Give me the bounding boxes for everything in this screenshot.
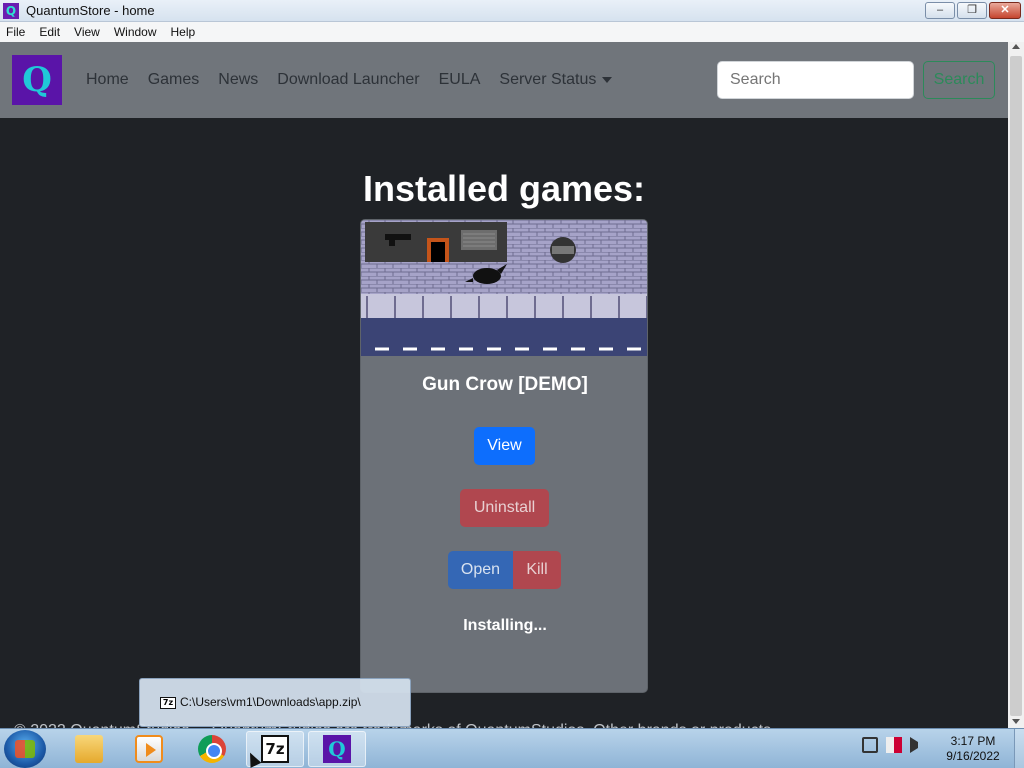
search-input[interactable] xyxy=(717,61,914,99)
search-button[interactable]: Search xyxy=(923,61,995,99)
taskbar-item-quantumstore[interactable]: Q xyxy=(308,731,366,767)
start-button[interactable] xyxy=(4,730,46,768)
menu-bar: File Edit View Window Help xyxy=(0,22,1024,42)
popup-path: C:\Users\vm1\Downloads\app.zip\ xyxy=(180,695,361,709)
network-icon[interactable] xyxy=(862,737,878,753)
menu-file[interactable]: File xyxy=(6,25,25,39)
clock-date: 9/16/2022 xyxy=(946,749,1000,763)
menu-edit[interactable]: Edit xyxy=(39,25,60,39)
taskbar-item-chrome[interactable] xyxy=(183,731,241,767)
maximize-button[interactable]: ❐ xyxy=(957,2,987,19)
show-desktop-button[interactable] xyxy=(1014,729,1024,768)
close-button[interactable]: ✕ xyxy=(989,2,1021,19)
app-logo-icon: Q xyxy=(3,3,19,19)
action-center-flag-icon[interactable] xyxy=(886,737,902,753)
page-title: Installed games: xyxy=(362,168,646,209)
taskbar-preview-popup[interactable]: 7z C:\Users\vm1\Downloads\app.zip\ xyxy=(139,678,411,727)
menu-view[interactable]: View xyxy=(74,25,100,39)
minimize-button[interactable]: ‒ xyxy=(925,2,955,19)
taskbar-item-media-player[interactable] xyxy=(120,731,178,767)
open-button[interactable]: Open xyxy=(448,551,513,589)
install-status: Installing... xyxy=(463,617,547,634)
quantumstore-icon: Q xyxy=(323,735,351,763)
system-tray xyxy=(862,737,926,753)
taskbar-item-explorer[interactable] xyxy=(60,731,118,767)
7zip-icon: 7z xyxy=(261,735,289,763)
chrome-icon xyxy=(198,735,226,763)
scroll-down-icon[interactable] xyxy=(1012,719,1020,724)
taskbar: 7z Q 3:17 PM 9/16/2022 xyxy=(0,728,1024,768)
nav-server-status-label: Server Status xyxy=(499,71,597,88)
game-card: Gun Crow [DEMO] View Uninstall Open Kill… xyxy=(360,219,648,693)
nav-links: Home Games News Download Launcher EULA S… xyxy=(86,71,613,89)
vertical-scrollbar[interactable] xyxy=(1008,42,1024,728)
nav-eula[interactable]: EULA xyxy=(439,71,481,89)
taskbar-clock[interactable]: 3:17 PM 9/16/2022 xyxy=(938,734,1008,764)
view-button[interactable]: View xyxy=(474,427,535,465)
folder-icon xyxy=(75,735,103,763)
media-player-icon xyxy=(135,735,163,763)
chevron-down-icon xyxy=(602,76,613,83)
kill-button[interactable]: Kill xyxy=(513,551,561,589)
volume-icon[interactable] xyxy=(910,737,926,753)
window-title: QuantumStore - home xyxy=(26,3,155,18)
scroll-thumb[interactable] xyxy=(1010,56,1022,716)
site-navbar: Q Home Games News Download Launcher EULA… xyxy=(0,42,1008,118)
scroll-up-icon[interactable] xyxy=(1012,44,1020,49)
clock-time: 3:17 PM xyxy=(950,734,996,748)
7zip-icon: 7z xyxy=(160,697,176,709)
site-logo[interactable]: Q xyxy=(12,55,62,105)
nav-news[interactable]: News xyxy=(218,71,258,89)
nav-download-launcher[interactable]: Download Launcher xyxy=(277,71,419,89)
nav-games[interactable]: Games xyxy=(148,71,200,89)
uninstall-button[interactable]: Uninstall xyxy=(460,489,549,527)
window-title-bar: Q QuantumStore - home ‒ ❐ ✕ xyxy=(0,0,1024,22)
game-title: Gun Crow [DEMO] xyxy=(422,374,588,395)
menu-window[interactable]: Window xyxy=(114,25,157,39)
menu-help[interactable]: Help xyxy=(171,25,196,39)
nav-home[interactable]: Home xyxy=(86,71,129,89)
game-cover-image[interactable] xyxy=(361,220,648,356)
nav-server-status[interactable]: Server Status xyxy=(499,71,613,89)
